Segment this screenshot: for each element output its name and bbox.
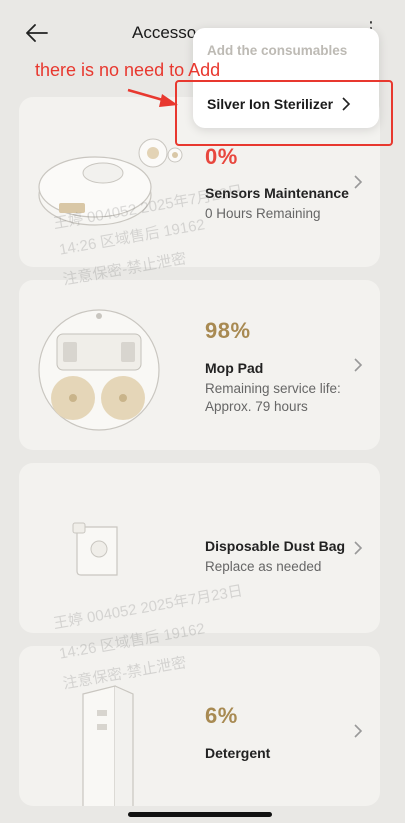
accessory-status: 0 Hours Remaining	[205, 206, 321, 221]
remaining-percent: 6%	[205, 703, 238, 728]
accessory-name: Detergent	[205, 745, 271, 761]
accessory-name: Disposable Dust Bag	[205, 538, 346, 554]
accessory-status: Replace as needed	[205, 559, 322, 574]
robot-vacuum-image	[38, 138, 183, 226]
accessory-card-dust-bag[interactable]: Disposable Dust Bag Replace as needed	[19, 463, 380, 633]
back-arrow-icon	[26, 24, 48, 42]
chevron-right-icon	[354, 724, 363, 738]
accessory-name: Mop Pad	[205, 360, 264, 376]
dust-bag-image	[72, 522, 118, 576]
detergent-bottle-image	[82, 685, 134, 806]
annotation-highlight-box	[175, 80, 393, 146]
accessory-card-detergent[interactable]: 6% Detergent	[19, 646, 380, 806]
home-indicator[interactable]	[128, 812, 272, 817]
popup-heading: Add the consumables	[207, 43, 348, 58]
accessory-status: Remaining service life: Approx. 79 hours	[205, 381, 341, 414]
chevron-right-icon	[354, 175, 363, 189]
page-title: Accesso	[132, 23, 197, 42]
annotation-arrow-icon	[127, 88, 178, 107]
mop-pad-image	[38, 309, 160, 431]
back-button[interactable]	[22, 18, 52, 48]
remaining-percent: 98%	[205, 318, 251, 343]
annotation-note: there is no need to Add	[35, 60, 221, 80]
accessory-card-mop-pad[interactable]: 98% Mop Pad Remaining service life: Appr…	[19, 280, 380, 450]
chevron-right-icon	[354, 358, 363, 372]
chevron-right-icon	[354, 541, 363, 555]
accessory-name: Sensors Maintenance	[205, 185, 349, 201]
remaining-percent: 0%	[205, 144, 238, 169]
